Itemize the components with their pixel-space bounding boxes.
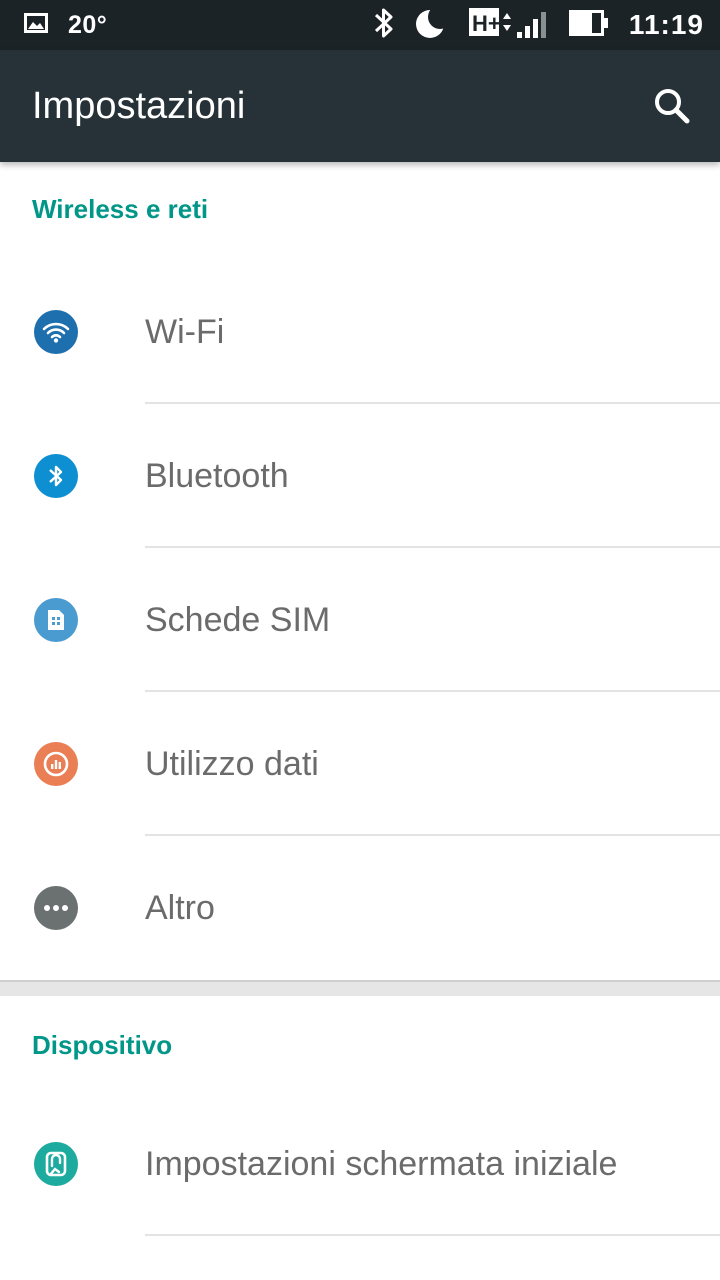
settings-item-label: Bluetooth bbox=[145, 457, 289, 495]
status-time: 11:19 bbox=[628, 9, 704, 40]
settings-item-label: Impostazioni schermata iniziale bbox=[145, 1145, 618, 1183]
settings-item-sim-cards[interactable]: Schede SIM bbox=[0, 548, 720, 692]
settings-item-label: Altro bbox=[145, 889, 215, 927]
settings-item-more[interactable]: Altro bbox=[0, 836, 720, 980]
search-icon bbox=[655, 89, 690, 124]
settings-item-home-screen[interactable]: Impostazioni schermata iniziale bbox=[0, 1092, 720, 1236]
network-type-label: H+ bbox=[472, 11, 501, 36]
app-bar: Impostazioni bbox=[0, 50, 720, 162]
search-button[interactable] bbox=[648, 82, 696, 130]
signal-icon bbox=[515, 6, 549, 45]
moon-icon bbox=[415, 4, 452, 45]
settings-item-label: Utilizzo dati bbox=[145, 745, 319, 783]
settings-item-label: Schede SIM bbox=[145, 601, 331, 639]
wifi-icon bbox=[34, 310, 78, 354]
sim-card-icon bbox=[34, 598, 78, 642]
status-temperature: 20° bbox=[68, 10, 108, 39]
settings-list: Wireless e reti Wi-Fi Bluetooth Schede S… bbox=[0, 162, 720, 1236]
settings-item-wifi[interactable]: Wi-Fi bbox=[0, 260, 720, 404]
battery-icon bbox=[568, 9, 609, 41]
bluetooth-icon bbox=[34, 454, 78, 498]
data-usage-icon bbox=[34, 742, 78, 786]
divider bbox=[145, 1234, 720, 1236]
section-header-wireless: Wireless e reti bbox=[32, 194, 209, 224]
section-header-device: Dispositivo bbox=[32, 1030, 173, 1060]
status-bar-right: H+ 11:19 bbox=[373, 0, 704, 50]
status-bar: 20° H+ 11:19 bbox=[0, 0, 720, 50]
section-divider bbox=[0, 980, 720, 996]
section-wireless: Wireless e reti Wi-Fi Bluetooth Schede S… bbox=[0, 162, 720, 980]
page-title: Impostazioni bbox=[32, 85, 246, 127]
more-icon bbox=[34, 886, 78, 930]
bluetooth-icon bbox=[373, 6, 395, 45]
section-device: Dispositivo Impostazioni schermata inizi… bbox=[0, 996, 720, 1236]
settings-item-label: Wi-Fi bbox=[145, 313, 225, 351]
network-type-icon: H+ bbox=[468, 6, 515, 45]
settings-item-data-usage[interactable]: Utilizzo dati bbox=[0, 692, 720, 836]
home-screen-icon bbox=[34, 1142, 78, 1186]
settings-item-bluetooth[interactable]: Bluetooth bbox=[0, 404, 720, 548]
gallery-icon bbox=[24, 12, 48, 38]
status-bar-left: 20° bbox=[24, 0, 107, 50]
